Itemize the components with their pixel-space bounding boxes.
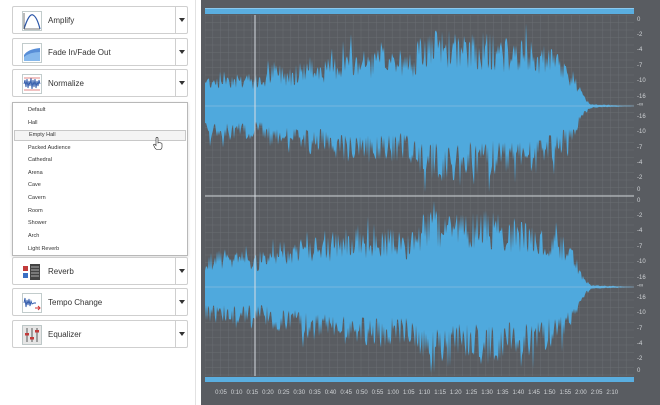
- db-label: -16: [637, 295, 646, 301]
- preset-item-cathedral[interactable]: Cathedral: [14, 155, 186, 166]
- time-label: 0:50: [356, 390, 368, 396]
- time-label: 1:45: [528, 390, 540, 396]
- db-label: -4: [637, 341, 643, 347]
- amplify-icon: [22, 11, 42, 31]
- fade-icon: [22, 43, 42, 63]
- db-label: -∞: [637, 283, 644, 289]
- preset-item-light-reverb[interactable]: Light Reverb: [14, 244, 186, 255]
- chevron-down-icon[interactable]: [175, 321, 187, 347]
- hand-cursor-icon: [153, 137, 163, 150]
- preset-item-default[interactable]: Default: [14, 105, 186, 116]
- preset-item-shower[interactable]: Shower: [14, 218, 186, 229]
- time-label: 1:00: [387, 390, 399, 396]
- db-label: 0: [637, 17, 641, 23]
- left-channel-waveform: [205, 23, 634, 193]
- chevron-down-icon[interactable]: [175, 39, 187, 65]
- time-label: 0:55: [371, 390, 384, 396]
- time-label: 0:30: [293, 390, 306, 396]
- preset-item-cave[interactable]: Cave: [14, 180, 186, 191]
- effect-label: Amplify: [48, 16, 75, 25]
- db-label: -7: [637, 244, 643, 250]
- db-label: -2: [637, 32, 643, 38]
- effect-normalize[interactable]: Normalize: [12, 69, 188, 97]
- preset-item-hall[interactable]: Hall: [14, 118, 186, 129]
- effect-label: Normalize: [48, 79, 85, 88]
- time-label: 0:05: [215, 390, 227, 396]
- time-ruler: 0:05 0:10 0:15 0:20 0:25 0:30 0:35 0:40 0:45 0:50…: [205, 378, 634, 405]
- effect-label: Equalizer: [48, 330, 82, 339]
- waveform-canvas[interactable]: [205, 15, 634, 376]
- time-label: 2:10: [606, 390, 619, 396]
- time-label: 1:35: [496, 390, 509, 396]
- time-label: 1:55: [559, 390, 572, 396]
- db-label: -16: [637, 114, 646, 120]
- time-label: 1:05: [402, 390, 415, 396]
- effect-label: Tempo Change: [48, 298, 103, 307]
- effect-label: Reverb: [48, 267, 74, 276]
- chevron-down-icon[interactable]: [175, 258, 187, 284]
- time-label: 0:10: [230, 390, 243, 396]
- time-label: 2:00: [575, 390, 587, 396]
- db-label: -4: [637, 47, 643, 53]
- effect-equalizer[interactable]: Equalizer: [12, 320, 188, 348]
- time-label: 1:15: [434, 390, 446, 396]
- db-label: -4: [637, 160, 643, 166]
- time-label: 0:15: [246, 390, 259, 396]
- db-label: -7: [637, 145, 643, 151]
- time-label: 1:25: [465, 390, 478, 396]
- effect-tempo-change[interactable]: Tempo Change: [12, 288, 188, 316]
- tempo-icon: [22, 293, 42, 313]
- waveform-editor[interactable]: 0 -2 -4 -7 -10 -16 -∞ -16 -10 -7 -4 -2 0 0 -2 -4 -7 -10 -1…: [201, 0, 660, 405]
- db-label: -10: [637, 259, 646, 265]
- preset-item-cavern[interactable]: Cavern: [14, 193, 186, 204]
- db-label: 0: [637, 198, 641, 204]
- db-label: -10: [637, 129, 646, 135]
- db-label: -2: [637, 356, 643, 362]
- preset-item-room[interactable]: Room: [14, 206, 186, 217]
- preset-item-arena[interactable]: Arena: [14, 168, 186, 179]
- chevron-down-icon[interactable]: [175, 289, 187, 315]
- effect-fade[interactable]: Fade In/Fade Out: [12, 38, 188, 66]
- time-label: 1:20: [449, 390, 462, 396]
- db-label: 0: [637, 368, 641, 374]
- db-label: 0: [637, 187, 641, 193]
- time-label: 2:05: [590, 390, 603, 396]
- effects-panel: Amplify Fade In/Fade Out Normalize Defau…: [0, 0, 196, 405]
- effect-label: Fade In/Fade Out: [48, 48, 111, 57]
- time-label: 0:35: [309, 390, 321, 396]
- time-label: 0:45: [340, 390, 353, 396]
- reverb-preset-dropdown[interactable]: Default Hall Empty Hall Packed Audience …: [12, 102, 188, 256]
- time-label: 0:40: [324, 390, 337, 396]
- chevron-down-icon[interactable]: [175, 70, 187, 96]
- chevron-down-icon[interactable]: [175, 7, 187, 33]
- normalize-icon: [22, 74, 42, 94]
- reverb-icon: [23, 264, 40, 280]
- time-label: 1:50: [543, 390, 556, 396]
- db-label: -10: [637, 310, 646, 316]
- db-label: -16: [637, 275, 646, 281]
- db-label: -2: [637, 175, 643, 181]
- db-label: -2: [637, 213, 643, 219]
- equalizer-icon: [22, 325, 42, 345]
- effect-reverb[interactable]: Reverb: [12, 257, 188, 285]
- selection-bar-top[interactable]: [205, 8, 634, 14]
- time-label: 0:25: [277, 390, 290, 396]
- preset-item-arch[interactable]: Arch: [14, 231, 186, 242]
- db-label: -4: [637, 228, 643, 234]
- db-label: -16: [637, 94, 646, 100]
- db-label: -∞: [637, 102, 644, 108]
- time-label: 1:30: [481, 390, 493, 396]
- time-label: 0:20: [262, 390, 274, 396]
- db-label: -7: [637, 63, 643, 69]
- db-label: -10: [637, 78, 646, 84]
- time-label: 1:40: [512, 390, 525, 396]
- time-label: 1:10: [418, 390, 431, 396]
- db-scale-ruler: 0 -2 -4 -7 -10 -16 -∞ -16 -10 -7 -4 -2 0 0 -2 -4 -7 -10 -1…: [634, 15, 660, 376]
- right-channel-waveform: [205, 201, 634, 373]
- db-label: -7: [637, 326, 643, 332]
- effect-amplify[interactable]: Amplify: [12, 6, 188, 34]
- waveform-shape: [205, 23, 634, 193]
